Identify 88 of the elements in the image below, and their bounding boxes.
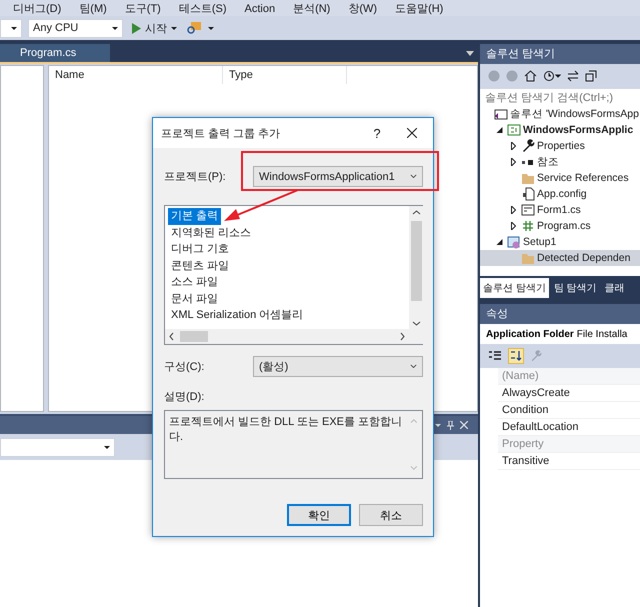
menu-item[interactable]: 분석(N)	[293, 2, 330, 16]
horizontal-scrollbar[interactable]	[165, 329, 409, 344]
tree-item[interactable]: WindowsFormsApplic	[480, 122, 640, 138]
platform-combo[interactable]: Any CPU	[28, 18, 123, 38]
panel-title: 솔루션 탐색기	[480, 44, 640, 64]
config-select[interactable]: (활성)	[253, 356, 423, 377]
list-item[interactable]: 콘텐츠 파일	[168, 258, 232, 274]
list-item[interactable]: 기본 출력	[168, 208, 222, 224]
property-name[interactable]: AlwaysCreate	[498, 385, 640, 402]
menu-item[interactable]: 팀(M)	[79, 2, 107, 16]
panel-title: 속성	[480, 304, 640, 324]
dropdown-icon[interactable]	[466, 51, 474, 56]
collapsed-icon[interactable]	[508, 142, 519, 150]
tree-item[interactable]: App.config	[480, 186, 640, 202]
collapsed-icon[interactable]	[508, 158, 519, 166]
panel-tab[interactable]: 솔루션 탐색기	[480, 278, 549, 298]
menu-item[interactable]: 창(W)	[348, 2, 378, 16]
panel-tab[interactable]: 팀 탐색기	[550, 278, 600, 298]
field-label: 설명(D):	[164, 390, 204, 404]
list-item[interactable]: 소스 파일	[168, 274, 222, 290]
categorized-icon[interactable]	[488, 350, 502, 362]
panel-tab[interactable]: 클래	[602, 278, 628, 298]
folder-icon	[521, 251, 535, 265]
help-button[interactable]: ?	[363, 126, 391, 140]
caret-icon	[410, 174, 417, 179]
menu-item[interactable]: 디버그(D)	[13, 2, 62, 16]
expanded-icon[interactable]	[494, 238, 505, 246]
collapsed-icon[interactable]	[508, 222, 519, 230]
home-icon[interactable]	[524, 70, 537, 82]
solution-icon	[494, 107, 508, 121]
pin-icon[interactable]	[447, 420, 454, 430]
vertical-scrollbar[interactable]	[409, 206, 424, 344]
tree-item[interactable]: Properties	[480, 138, 640, 154]
dialog-button[interactable]: 취소	[359, 504, 423, 526]
folder-icon	[521, 171, 535, 185]
list-item[interactable]: XML Serialization 어셈블리	[168, 307, 306, 324]
play-icon	[132, 22, 141, 34]
dropdown-icon[interactable]	[11, 26, 17, 30]
project-icon	[507, 123, 521, 137]
menu-item[interactable]: Action	[244, 2, 276, 16]
property-name[interactable]: Condition	[498, 402, 640, 419]
project-select[interactable]: WindowsFormsApplication1	[253, 166, 423, 187]
menu-item[interactable]: 테스트(S)	[178, 2, 226, 16]
config-file-icon	[521, 187, 535, 201]
tree-item[interactable]: Detected Dependen	[480, 250, 640, 266]
wrench-icon	[521, 139, 535, 153]
menu-item[interactable]: 도구(T)	[124, 2, 161, 16]
object-name: Application Folder	[486, 328, 574, 340]
dialog-title: 프로젝트 출력 그룹 추가	[161, 126, 282, 140]
tree-item[interactable]: Form1.cs	[480, 202, 640, 218]
find-icon[interactable]	[186, 21, 202, 35]
form-icon	[521, 203, 535, 217]
property-name[interactable]: Transitive	[498, 453, 640, 470]
tree-item[interactable]: Program.cs	[480, 218, 640, 234]
sync-icon[interactable]	[567, 70, 579, 82]
field-label: 구성(C):	[164, 360, 204, 374]
search-field[interactable]: 솔루션 탐색기 검색(Ctrl+;)	[480, 88, 640, 106]
caret-icon	[410, 364, 417, 369]
dialog-button[interactable]: 확인	[287, 504, 351, 526]
start-button[interactable]: 시작	[129, 20, 180, 36]
code-file-icon	[521, 219, 535, 233]
dropdown-icon[interactable]	[171, 26, 177, 30]
dropdown-icon[interactable]	[208, 26, 214, 30]
sort-icon[interactable]	[508, 348, 524, 364]
property-name[interactable]: DefaultLocation	[498, 419, 640, 436]
object-type: File Installa	[576, 328, 628, 340]
list-item[interactable]: 지역화된 리소스	[168, 224, 254, 241]
list-item[interactable]: 디버그 기호	[168, 241, 232, 258]
description-box: 프로젝트에서 빌드한 DLL 또는 EXE를 포함합니다.	[164, 410, 423, 479]
collapse-icon[interactable]	[585, 70, 597, 82]
column-header[interactable]: Name	[49, 66, 223, 84]
tree-item[interactable]: 솔루션 'WindowsFormsApp	[480, 106, 640, 122]
document-tab[interactable]: Program.cs	[0, 44, 110, 62]
collapsed-icon[interactable]	[508, 206, 519, 214]
close-icon[interactable]	[407, 128, 417, 138]
field-label: 프로젝트(P):	[164, 170, 226, 184]
dropdown-icon[interactable]	[112, 26, 118, 30]
expanded-icon[interactable]	[494, 126, 505, 134]
dropdown-icon[interactable]	[104, 446, 110, 448]
list-item[interactable]: 문서 파일	[168, 290, 222, 307]
menu-item[interactable]: 도움말(H)	[395, 2, 444, 16]
output-list[interactable]: 기본 출력 지역화된 리소스 디버그 기호 콘텐츠 파일 소스 파일 문서 파일 XML Serialization 어셈블리	[164, 205, 423, 345]
tree-item[interactable]: 참조	[480, 154, 640, 170]
tree-item[interactable]: Setup1	[480, 234, 640, 250]
history-icon[interactable]	[543, 70, 561, 82]
tree-item[interactable]: Service References	[480, 170, 640, 186]
setup-icon	[507, 235, 521, 249]
column-header[interactable]: Type	[223, 66, 347, 84]
